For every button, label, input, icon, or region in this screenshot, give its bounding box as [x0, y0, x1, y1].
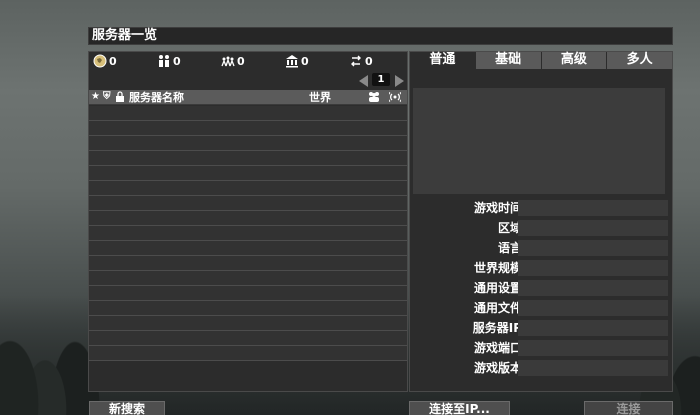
info-world-size: 世界规模 — [410, 258, 672, 278]
next-page-icon[interactable] — [395, 75, 404, 87]
table-row[interactable] — [89, 166, 407, 181]
info-general-settings: 通用设置 — [410, 278, 672, 298]
info-value — [518, 200, 668, 216]
filter-group[interactable]: 0 — [221, 54, 245, 68]
info-value — [518, 280, 668, 296]
column-world[interactable]: 世界 — [309, 90, 331, 105]
table-row[interactable] — [89, 226, 407, 241]
filter-group-count: 0 — [237, 54, 245, 68]
info-value — [518, 300, 668, 316]
info-label: 游戏端口 — [473, 341, 522, 355]
new-search-button[interactable]: 新搜索 — [89, 401, 165, 415]
info-label: 游戏时间 — [473, 201, 522, 215]
group-icon — [221, 56, 235, 67]
table-row[interactable] — [89, 346, 407, 361]
info-server-ip: 服务器IP — [410, 318, 672, 338]
filter-museum-count: 0 — [301, 54, 309, 68]
table-row[interactable] — [89, 271, 407, 286]
table-row[interactable] — [89, 121, 407, 136]
filter-swap[interactable]: 0 — [349, 54, 373, 68]
filter-globe-count: 0 — [109, 54, 117, 68]
page-number: 1 — [372, 73, 390, 86]
info-game-time: 游戏时间 — [410, 198, 672, 218]
tab-bar: 普通 基础 高级 多人 — [410, 52, 672, 69]
table-row[interactable] — [89, 241, 407, 256]
table-row[interactable] — [89, 286, 407, 301]
connect-button[interactable]: 连接 — [584, 401, 673, 415]
table-row[interactable] — [89, 211, 407, 226]
filter-players[interactable]: 0 — [157, 54, 181, 68]
tab-multiplayer[interactable]: 多人 — [607, 52, 672, 69]
globe-icon — [93, 54, 107, 68]
server-info: 游戏时间 区域 语言 世界规模 通用设置 通用文件 服务器IP 游戏端口 游戏版… — [410, 198, 672, 378]
table-row[interactable] — [89, 196, 407, 211]
info-region: 区域 — [410, 218, 672, 238]
table-row[interactable] — [89, 106, 407, 121]
swap-icon — [351, 55, 361, 67]
tab-advanced[interactable]: 高级 — [541, 52, 608, 69]
table-row[interactable] — [89, 256, 407, 271]
table-row[interactable] — [89, 301, 407, 316]
column-server-name[interactable]: 服务器名称 — [129, 90, 184, 105]
prev-page-icon[interactable] — [359, 75, 368, 87]
star-icon[interactable]: ★ — [91, 91, 100, 103]
table-row[interactable] — [89, 136, 407, 151]
filter-globe[interactable]: 0 — [93, 54, 117, 68]
info-label: 服务器IP — [472, 321, 522, 335]
list-header: ★ ⛨ 服务器名称 世界 — [89, 90, 407, 105]
page-title: 服务器一览 — [88, 27, 673, 45]
info-value — [518, 340, 668, 356]
tab-general[interactable]: 普通 — [410, 52, 476, 69]
server-list-panel: 0 0 0 0 0 1 ★ ⛨ 服务器名称 世界 — [88, 51, 408, 392]
shield-icon[interactable]: ⛨ — [103, 91, 111, 103]
info-label: 游戏版本 — [473, 361, 522, 375]
people-icon[interactable] — [367, 91, 381, 103]
info-label: 通用设置 — [473, 281, 522, 295]
museum-icon — [286, 55, 298, 68]
filter-swap-count: 0 — [365, 54, 373, 68]
tab-basic[interactable]: 基础 — [475, 52, 542, 69]
table-row[interactable] — [89, 151, 407, 166]
info-value — [518, 240, 668, 256]
pager: 1 — [359, 73, 409, 87]
table-row[interactable] — [89, 316, 407, 331]
server-preview-image — [413, 88, 665, 194]
info-label: 世界规模 — [473, 261, 522, 275]
info-value — [518, 360, 668, 376]
connect-ip-button[interactable]: 连接至IP... — [409, 401, 510, 415]
info-value — [518, 260, 668, 276]
filter-players-count: 0 — [173, 54, 181, 68]
players-icon — [159, 55, 169, 67]
table-row[interactable] — [89, 331, 407, 346]
filter-bar: 0 0 0 0 0 — [89, 52, 407, 70]
info-game-port: 游戏端口 — [410, 338, 672, 358]
lock-icon[interactable] — [115, 91, 125, 103]
info-value — [518, 220, 668, 236]
info-language: 语言 — [410, 238, 672, 258]
info-value — [518, 320, 668, 336]
info-general-files: 通用文件 — [410, 298, 672, 318]
signal-icon[interactable] — [387, 91, 403, 103]
info-game-version: 游戏版本 — [410, 358, 672, 378]
info-label: 通用文件 — [473, 301, 522, 315]
server-list — [89, 106, 407, 361]
table-row[interactable] — [89, 181, 407, 196]
filter-museum[interactable]: 0 — [285, 54, 309, 68]
server-details-panel: 普通 基础 高级 多人 游戏时间 区域 语言 世界规模 通用设置 通用文件 服务… — [409, 51, 673, 392]
